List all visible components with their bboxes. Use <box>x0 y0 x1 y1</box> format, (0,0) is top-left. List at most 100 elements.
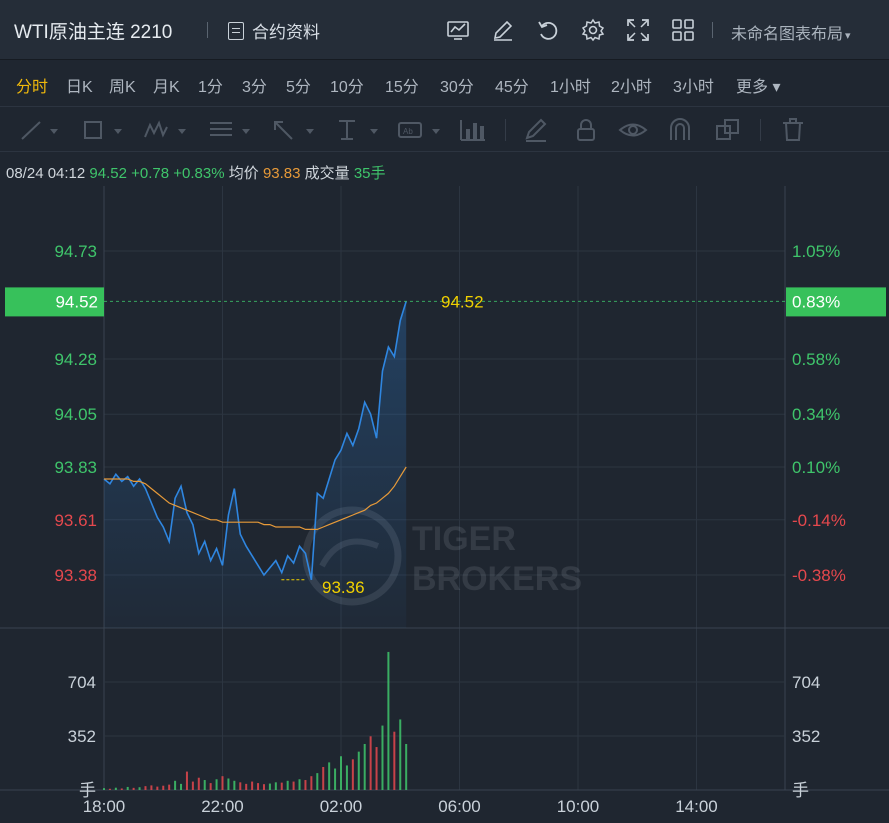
grid-layout-icon[interactable] <box>670 17 696 43</box>
tab-3min[interactable]: 3分 <box>242 73 267 97</box>
tab-45min[interactable]: 45分 <box>495 73 529 97</box>
time-tick-label: 14:00 <box>675 797 718 816</box>
contract-info-label: 合约资料 <box>252 23 320 42</box>
pattern-icon[interactable] <box>142 117 188 143</box>
volume-bar <box>340 756 342 790</box>
price-tick-label: 94.52 <box>55 292 98 311</box>
volume-bar <box>363 743 366 790</box>
tab-more[interactable]: 更多 ▾ <box>736 73 780 97</box>
trash-icon[interactable] <box>780 117 806 143</box>
tab-1hour[interactable]: 1小时 <box>550 73 591 97</box>
tab-10min[interactable]: 10分 <box>330 73 364 97</box>
tab-monthly[interactable]: 月K <box>153 73 180 97</box>
volume-bar <box>120 788 123 790</box>
volume-bar <box>209 783 212 790</box>
document-icon <box>228 21 244 40</box>
contract-info-button[interactable]: 合约资料 <box>228 18 320 43</box>
volume-bar <box>191 781 194 790</box>
divider <box>505 119 506 141</box>
fullscreen-icon[interactable] <box>625 17 651 43</box>
pct-tick-label: 1.05% <box>792 242 840 261</box>
volume-bar <box>298 779 301 790</box>
volume-bar <box>345 765 348 790</box>
volume-label: 成交量 <box>304 165 350 182</box>
volume-bar <box>103 788 105 790</box>
trend-line-icon[interactable] <box>18 117 62 143</box>
volume-bar <box>274 782 277 790</box>
volume-bar <box>162 785 165 790</box>
volume-tick-label-left: 352 <box>68 727 96 746</box>
lock-icon[interactable] <box>572 117 600 143</box>
tab-weekly[interactable]: 周K <box>109 73 136 97</box>
quote-change-pct: +0.83% <box>173 165 225 182</box>
time-tick-label: 06:00 <box>438 797 481 816</box>
layout-label: 未命名图表布局 <box>731 26 844 43</box>
volume-bar <box>393 731 396 790</box>
volume-bar <box>221 776 224 790</box>
volume-bar <box>375 747 378 790</box>
edit-icon[interactable] <box>490 17 516 43</box>
time-tick-label: 10:00 <box>557 797 600 816</box>
divider <box>760 119 761 141</box>
volume-bar <box>132 787 135 790</box>
instrument-title[interactable]: WTI原油主连 2210 <box>14 17 172 44</box>
watermark-line1: TIGER <box>412 520 516 558</box>
volume-bar <box>328 762 331 790</box>
volume-bar <box>280 782 283 790</box>
eye-icon[interactable] <box>618 117 648 143</box>
volume-bar <box>233 780 236 790</box>
tab-30min[interactable]: 30分 <box>440 73 474 97</box>
volume-bar <box>185 771 188 790</box>
undo-icon[interactable] <box>535 17 561 43</box>
volume-bar <box>174 780 177 790</box>
tab-15min[interactable]: 15分 <box>385 73 419 97</box>
time-tick-label: 18:00 <box>83 797 126 816</box>
indicator-icon[interactable] <box>445 17 471 43</box>
price-chart[interactable]: TIGER BROKERS 94.73 94.52 94.28 94.05 93.83 9… <box>0 186 889 823</box>
volume-bar <box>322 766 325 790</box>
drawing-toolbar: Ab <box>0 106 889 152</box>
tab-1min[interactable]: 1分 <box>198 73 223 97</box>
volume-bar <box>304 780 307 790</box>
volume-bar <box>268 783 271 790</box>
volume-bar <box>239 782 242 790</box>
divider <box>712 22 713 38</box>
top-toolbar: WTI原油主连 2210 合约资料 未命名图表布局 ▾ <box>0 0 889 60</box>
quote-change: +0.78 <box>131 165 170 182</box>
tab-timeshare[interactable]: 分时 <box>16 73 48 97</box>
fibonacci-icon[interactable] <box>206 117 252 143</box>
volume-bar <box>405 743 408 790</box>
tab-3hour[interactable]: 3小时 <box>673 73 714 97</box>
high-value-label: 94.52 <box>441 292 484 311</box>
price-tick-label: 94.05 <box>54 405 97 424</box>
arrow-icon[interactable] <box>270 117 316 143</box>
quote-price: 94.52 <box>89 165 127 182</box>
price-tick-label: 94.28 <box>54 350 97 369</box>
volume-tick-label-right: 手 <box>792 781 809 800</box>
rectangle-icon[interactable] <box>80 117 124 143</box>
tab-daily[interactable]: 日K <box>66 73 93 97</box>
volume-bar <box>369 736 372 790</box>
volume-bar <box>245 783 248 790</box>
volume-bar <box>215 779 218 790</box>
time-tick-label: 22:00 <box>201 797 244 816</box>
volume-bar <box>262 784 265 790</box>
text-note-icon[interactable]: Ab <box>396 117 442 143</box>
magnet-icon[interactable] <box>666 117 694 143</box>
tab-5min[interactable]: 5分 <box>286 73 311 97</box>
brush-icon[interactable] <box>522 117 550 143</box>
layout-selector[interactable]: 未命名图表布局 ▾ <box>731 20 851 44</box>
measure-icon[interactable] <box>334 117 380 143</box>
volume-bar <box>203 780 206 790</box>
gear-icon[interactable] <box>580 17 606 43</box>
tab-2hour[interactable]: 2小时 <box>611 73 652 97</box>
bar-chart-icon[interactable] <box>458 117 488 143</box>
pct-tick-label: 0.83% <box>792 292 840 311</box>
pct-tick-label: -0.14% <box>792 511 846 530</box>
volume-bar <box>387 651 390 790</box>
volume-bar <box>310 776 313 790</box>
volume-tick-label-right: 352 <box>792 727 820 746</box>
volume-bar <box>351 759 354 790</box>
volume-bar <box>251 781 254 790</box>
clone-icon[interactable] <box>714 117 742 143</box>
